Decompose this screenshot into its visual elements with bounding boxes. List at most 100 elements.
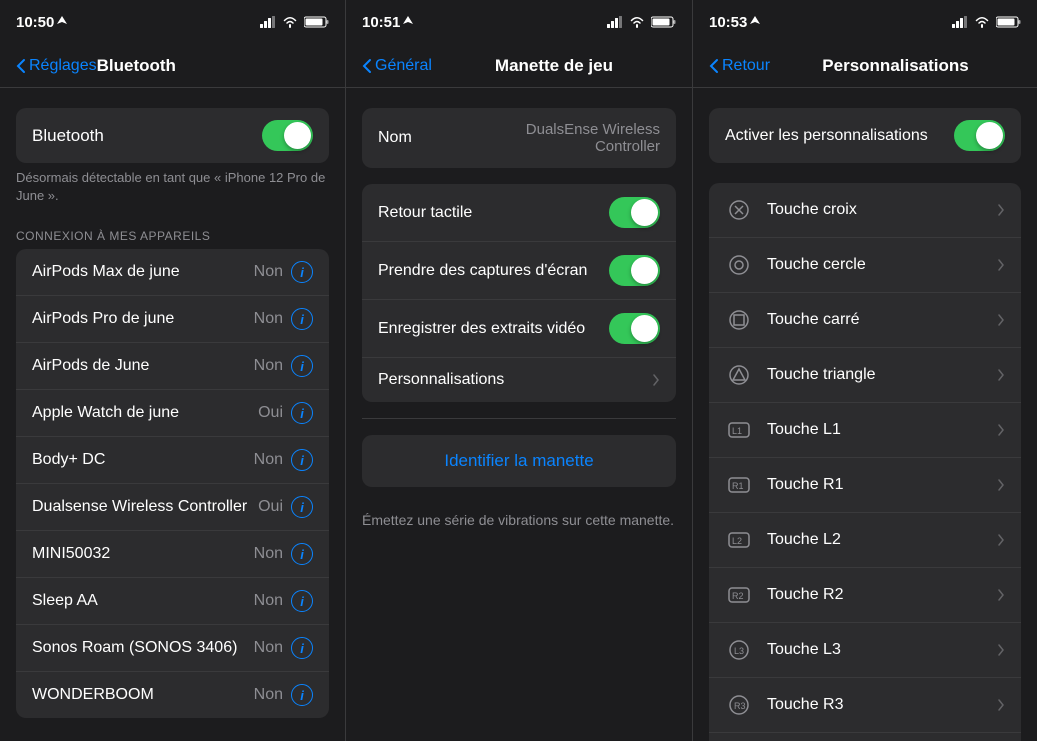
info-icon[interactable]: i xyxy=(291,402,313,424)
location-icon-perso xyxy=(750,16,760,28)
chevron-right-icon xyxy=(997,368,1005,382)
device-name: Sleep AA xyxy=(32,592,98,610)
personnalisations-row[interactable]: Personnalisations xyxy=(362,358,676,402)
captures-toggle[interactable] xyxy=(609,255,660,286)
personnalisations-panel: 10:53 Retour xyxy=(692,0,1037,741)
chevron-right-icon xyxy=(997,313,1005,327)
r1-icon: R1 xyxy=(725,471,753,499)
captures-label: Prendre des captures d'écran xyxy=(378,262,587,280)
info-icon[interactable]: i xyxy=(291,637,313,659)
r2-icon: R2 xyxy=(725,581,753,609)
signal-icon-m xyxy=(607,16,623,28)
device-name: AirPods Pro de june xyxy=(32,310,174,328)
nav-bar-perso: Retour Personnalisations xyxy=(693,44,1037,88)
device-item[interactable]: Body+ DC Non i xyxy=(16,437,329,484)
device-item[interactable]: Sleep AA Non i xyxy=(16,578,329,625)
device-status-area: Non i xyxy=(254,261,313,283)
status-bar-bluetooth: 10:50 xyxy=(0,0,345,44)
chevron-right-icon xyxy=(997,588,1005,602)
retour-tactile-toggle[interactable] xyxy=(609,197,660,228)
chevron-left-icon-m xyxy=(362,58,372,74)
device-status-area: Non i xyxy=(254,308,313,330)
device-status: Non xyxy=(254,310,283,328)
device-item[interactable]: Apple Watch de june Oui i xyxy=(16,390,329,437)
device-status: Non xyxy=(254,263,283,281)
bluetooth-toggle[interactable] xyxy=(262,120,313,151)
status-icons-bt xyxy=(260,16,329,28)
device-status: Oui xyxy=(258,404,283,422)
device-item[interactable]: AirPods Max de june Non i xyxy=(16,249,329,296)
device-status: Non xyxy=(254,686,283,704)
extraits-toggle[interactable] xyxy=(609,313,660,344)
identify-button[interactable]: Identifier la manette xyxy=(362,435,676,487)
perso-item[interactable]: Touche triangle xyxy=(709,348,1021,403)
captures-row[interactable]: Prendre des captures d'écran xyxy=(362,242,676,300)
perso-item-label: Touche L2 xyxy=(767,531,997,549)
device-name: Apple Watch de june xyxy=(32,404,179,422)
info-icon[interactable]: i xyxy=(291,590,313,612)
device-item[interactable]: MINI50032 Non i xyxy=(16,531,329,578)
device-item[interactable]: Sonos Roam (SONOS 3406) Non i xyxy=(16,625,329,672)
back-button-manette[interactable]: Général xyxy=(362,57,432,75)
retour-tactile-row[interactable]: Retour tactile xyxy=(362,184,676,242)
device-item[interactable]: AirPods de June Non i xyxy=(16,343,329,390)
perso-item[interactable]: Touche carré xyxy=(709,293,1021,348)
personnalisations-label: Personnalisations xyxy=(378,371,504,389)
perso-item[interactable]: Pavé tactile xyxy=(709,733,1021,741)
perso-item[interactable]: L1 Touche L1 xyxy=(709,403,1021,458)
device-status: Non xyxy=(254,592,283,610)
device-status: Non xyxy=(254,357,283,375)
perso-item[interactable]: R1 Touche R1 xyxy=(709,458,1021,513)
perso-item[interactable]: L3 Touche L3 xyxy=(709,623,1021,678)
perso-item-label: Touche croix xyxy=(767,201,997,219)
activate-toggle[interactable] xyxy=(954,120,1005,151)
device-name: Sonos Roam (SONOS 3406) xyxy=(32,639,237,657)
info-icon[interactable]: i xyxy=(291,308,313,330)
section-my-devices: CONNEXION À MES APPAREILS xyxy=(0,221,345,249)
info-icon[interactable]: i xyxy=(291,261,313,283)
status-icons-manette xyxy=(607,16,676,28)
info-icon[interactable]: i xyxy=(291,543,313,565)
perso-item[interactable]: L2 Touche L2 xyxy=(709,513,1021,568)
svg-text:L2: L2 xyxy=(732,536,742,546)
back-button-perso[interactable]: Retour xyxy=(709,57,770,75)
location-icon-bt xyxy=(57,16,67,28)
chevron-right-icon xyxy=(997,698,1005,712)
info-icon[interactable]: i xyxy=(291,684,313,706)
vibration-text: Émettez une série de vibrations sur cett… xyxy=(346,503,692,547)
device-name: Dualsense Wireless Controller xyxy=(32,498,247,516)
nav-title-bluetooth: Bluetooth xyxy=(97,56,176,76)
perso-item[interactable]: R2 Touche R2 xyxy=(709,568,1021,623)
info-icon[interactable]: i xyxy=(291,496,313,518)
info-icon[interactable]: i xyxy=(291,449,313,471)
device-status-area: Non i xyxy=(254,543,313,565)
device-item[interactable]: Dualsense Wireless Controller Oui i xyxy=(16,484,329,531)
svg-text:R2: R2 xyxy=(732,591,744,601)
info-icon[interactable]: i xyxy=(291,355,313,377)
perso-item[interactable]: Touche croix xyxy=(709,183,1021,238)
perso-item[interactable]: Touche cercle xyxy=(709,238,1021,293)
bluetooth-description: Désormais détectable en tant que « iPhon… xyxy=(0,169,345,221)
status-icons-perso xyxy=(952,16,1021,28)
chevron-right-icon xyxy=(997,258,1005,272)
nav-bar-bluetooth: Réglages Bluetooth xyxy=(0,44,345,88)
device-item[interactable]: WONDERBOOM Non i xyxy=(16,672,329,718)
device-item[interactable]: AirPods Pro de june Non i xyxy=(16,296,329,343)
activate-toggle-row[interactable]: Activer les personnalisations xyxy=(709,108,1021,163)
device-status-area: Non i xyxy=(254,355,313,377)
time-perso: 10:53 xyxy=(709,14,760,31)
perso-item[interactable]: R3 Touche R3 xyxy=(709,678,1021,733)
device-status: Non xyxy=(254,545,283,563)
device-status-area: Non i xyxy=(254,449,313,471)
signal-icon-p xyxy=(952,16,968,28)
triangle-icon xyxy=(725,361,753,389)
device-status-area: Non i xyxy=(254,684,313,706)
manette-settings-group: Retour tactile Prendre des captures d'éc… xyxy=(362,184,676,402)
perso-item-label: Touche L1 xyxy=(767,421,997,439)
back-button-bluetooth[interactable]: Réglages xyxy=(16,57,97,75)
bluetooth-toggle-row[interactable]: Bluetooth xyxy=(16,108,329,163)
extraits-row[interactable]: Enregistrer des extraits vidéo xyxy=(362,300,676,358)
l2-icon: L2 xyxy=(725,526,753,554)
battery-icon-m xyxy=(651,16,676,28)
device-status: Non xyxy=(254,639,283,657)
